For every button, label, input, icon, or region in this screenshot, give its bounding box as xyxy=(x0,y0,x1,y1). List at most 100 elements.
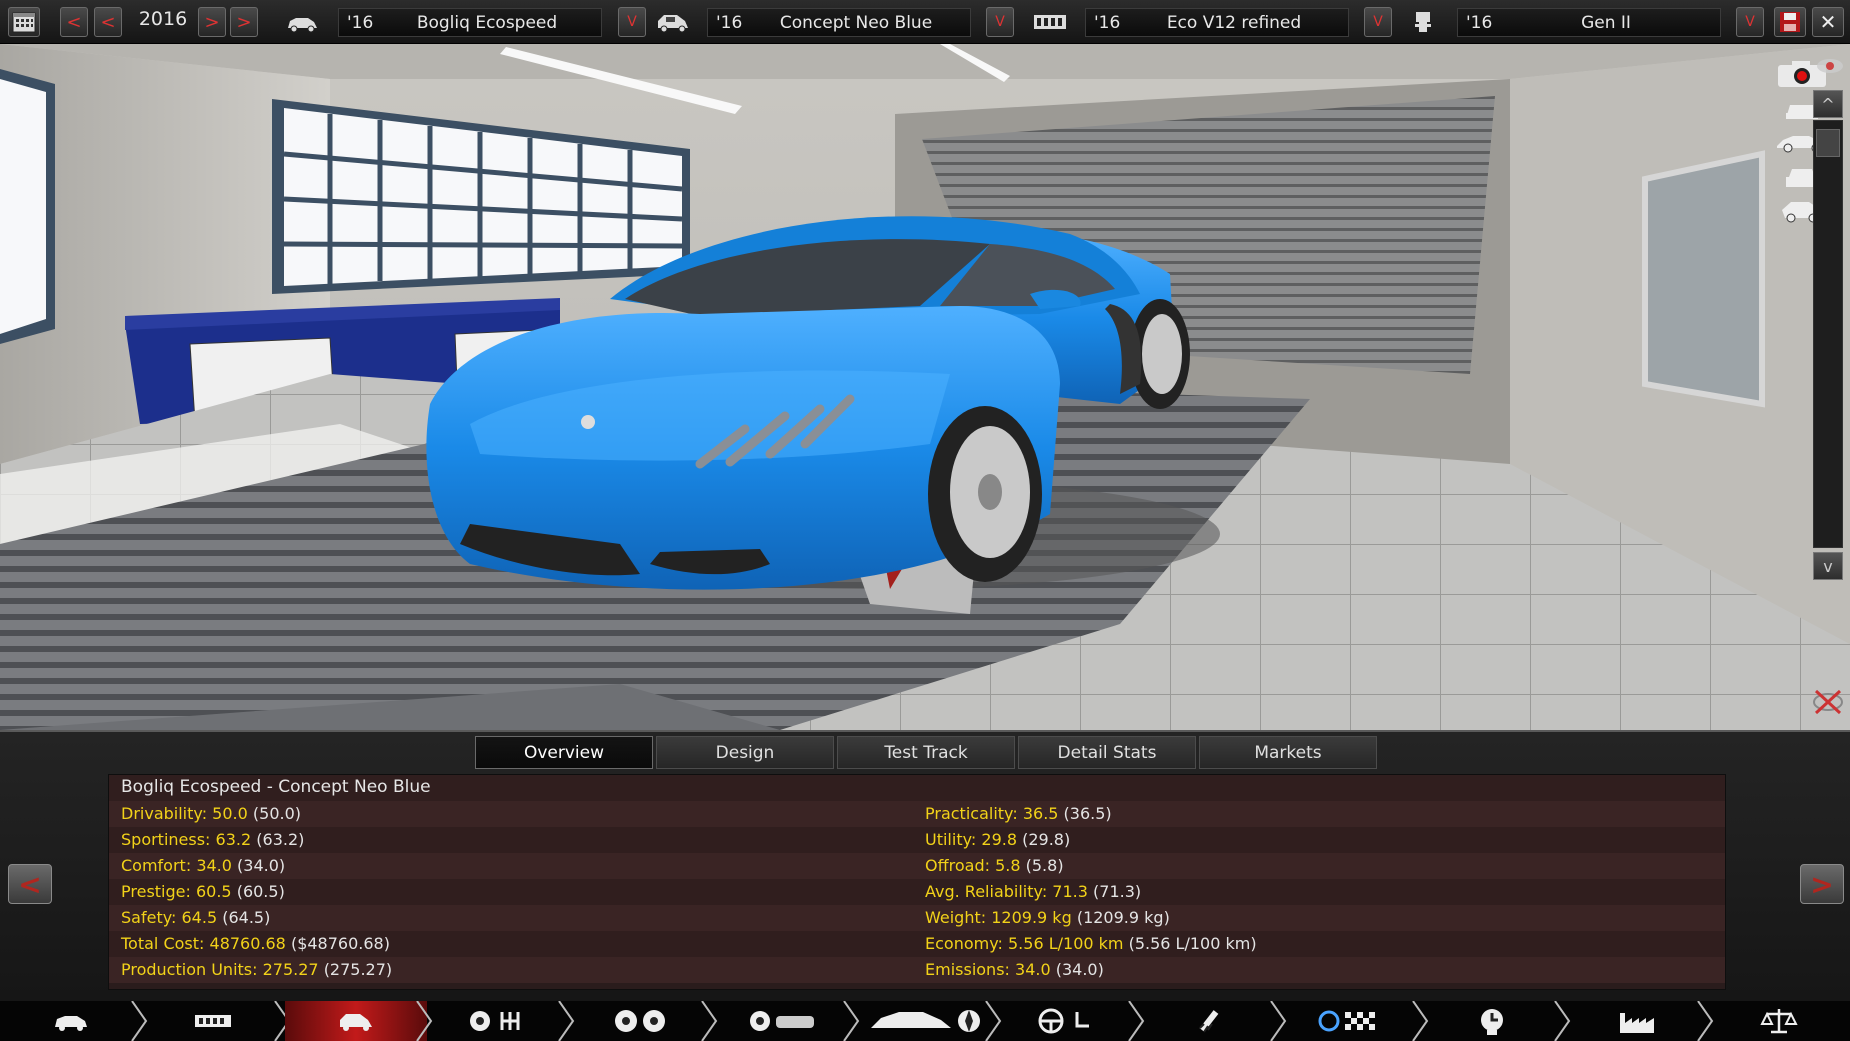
trim-name: Concept Neo Blue xyxy=(779,13,933,33)
aero-icon xyxy=(871,1010,981,1032)
zoom-up-button[interactable]: ^ xyxy=(1813,90,1843,118)
stat-production-units: Production Units: 275.27 (275.27) xyxy=(121,960,393,979)
race-flag-icon xyxy=(1318,1010,1375,1032)
year-forward-fast-button[interactable]: > xyxy=(230,7,258,37)
stats-row: Safety: 64.5 (64.5) Weight: 1209.9 kg (1… xyxy=(109,905,1725,931)
nav-aero-step[interactable] xyxy=(854,1001,1002,1041)
nav-drivetrain-step[interactable] xyxy=(427,1001,575,1041)
tab-overview[interactable]: Overview xyxy=(475,736,653,769)
nav-body-step[interactable] xyxy=(712,1001,860,1041)
trim-selector[interactable]: '16 Concept Neo Blue xyxy=(707,8,971,37)
engine-selector[interactable]: '16 Eco V12 refined xyxy=(1085,8,1349,37)
nav-engineering-step[interactable] xyxy=(1423,1001,1571,1041)
car-trim-icon xyxy=(339,1014,372,1031)
tab-markets[interactable]: Markets xyxy=(1199,736,1377,769)
year-back-fast-button[interactable]: < xyxy=(60,7,88,37)
nav-model-step[interactable] xyxy=(0,1001,148,1041)
piston-icon xyxy=(1415,12,1431,32)
year-back-button[interactable]: < xyxy=(94,7,122,37)
stat-economy: Economy: 5.56 L/100 km (5.56 L/100 km) xyxy=(925,934,1257,953)
zoom-slider-handle[interactable] xyxy=(1816,129,1840,157)
stat-total-cost: Total Cost: 48760.68 ($48760.68) xyxy=(121,934,390,953)
zoom-down-button[interactable]: v xyxy=(1813,552,1843,580)
stats-row: Drivability: 50.0 (50.0) Practicality: 3… xyxy=(109,801,1725,827)
view-toggle-button[interactable] xyxy=(1814,52,1846,80)
car-3d-viewport[interactable] xyxy=(0,44,1850,730)
stats-row: Total Cost: 48760.68 ($48760.68) Economy… xyxy=(109,931,1725,957)
gearbox-icon xyxy=(470,1011,520,1031)
tab-design[interactable]: Design xyxy=(656,736,834,769)
model-name: Bogliq Ecospeed xyxy=(416,13,558,33)
car-model-icon xyxy=(55,1016,88,1031)
stats-row: Prestige: 60.5 (60.5) Avg. Reliability: … xyxy=(109,879,1725,905)
engine-icon xyxy=(1034,15,1066,29)
nav-interior-step[interactable] xyxy=(996,1001,1144,1041)
stats-row: Sportiness: 63.2 (63.2) Utility: 29.8 (2… xyxy=(109,827,1725,853)
scale-balance-icon xyxy=(1760,1009,1798,1034)
info-panel: Overview Design Test Track Detail Stats … xyxy=(0,730,1850,1001)
nav-trim-step[interactable] xyxy=(284,1001,433,1041)
stat-prestige: Prestige: 60.5 (60.5) xyxy=(121,882,285,901)
stat-practicality: Practicality: 36.5 (36.5) xyxy=(925,804,1112,823)
app-window: < < 2016 > > '16 Bogliq Ecospeed V '16 C… xyxy=(0,0,1850,1041)
stat-weight: Weight: 1209.9 kg (1209.9 kg) xyxy=(925,908,1170,927)
model-selector[interactable]: '16 Bogliq Ecospeed xyxy=(338,8,602,37)
nav-suspension-step[interactable] xyxy=(1139,1001,1287,1041)
close-button[interactable]: ✕ xyxy=(1812,7,1844,37)
stat-drivability: Drivability: 50.0 (50.0) xyxy=(121,804,301,823)
trim-dropdown-button[interactable]: V xyxy=(986,7,1014,37)
tab-test-track[interactable]: Test Track xyxy=(837,736,1015,769)
engine-name: Eco V12 refined xyxy=(1166,13,1302,33)
nav-compare-step[interactable] xyxy=(1708,1001,1850,1041)
reset-camera-icon xyxy=(1813,689,1843,715)
stat-emissions: Emissions: 34.0 (34.0) xyxy=(925,960,1104,979)
tab-detail-stats[interactable]: Detail Stats xyxy=(1018,736,1196,769)
wheels-icon xyxy=(615,1010,666,1032)
panel-next-button[interactable]: > xyxy=(1800,864,1844,904)
camera-controls: ^ v xyxy=(1777,44,1850,730)
nav-factory-step[interactable] xyxy=(1565,1001,1713,1041)
chassis-icon xyxy=(195,1015,232,1027)
nav-wheels-step[interactable] xyxy=(569,1001,717,1041)
interior-icon xyxy=(1038,1008,1090,1034)
engine-dropdown-button[interactable]: V xyxy=(1364,7,1392,37)
stat-comfort: Comfort: 34.0 (34.0) xyxy=(121,856,286,875)
garage-scene xyxy=(0,44,1850,730)
engine-variant-selector[interactable]: '16 Gen II xyxy=(1457,8,1721,37)
calendar-icon xyxy=(12,12,36,33)
save-button[interactable] xyxy=(1774,7,1806,37)
reset-camera-button[interactable] xyxy=(1808,684,1848,720)
car-title: Bogliq Ecospeed - Concept Neo Blue xyxy=(121,777,431,797)
top-toolbar: < < 2016 > > '16 Bogliq Ecospeed V '16 C… xyxy=(0,0,1850,44)
variant-name: Gen II xyxy=(1581,13,1631,33)
variant-year: '16 xyxy=(1466,13,1493,33)
stat-sportiness: Sportiness: 63.2 (63.2) xyxy=(121,830,305,849)
stats-row: Comfort: 34.0 (34.0) Offroad: 5.8 (5.8) xyxy=(109,853,1725,879)
stat-utility: Utility: 29.8 (29.8) xyxy=(925,830,1071,849)
nav-testing-step[interactable] xyxy=(1281,1001,1429,1041)
eye-icon xyxy=(1817,59,1843,73)
factory-icon xyxy=(1619,1013,1654,1033)
year-display: 2016 xyxy=(138,8,188,30)
nav-chassis-step[interactable] xyxy=(142,1001,290,1041)
calendar-button[interactable] xyxy=(8,7,40,37)
model-dropdown-button[interactable]: V xyxy=(618,7,646,37)
overview-stats: Bogliq Ecospeed - Concept Neo Blue Driva… xyxy=(108,774,1726,990)
year-forward-button[interactable]: > xyxy=(198,7,226,37)
engineering-time-icon xyxy=(1481,1009,1504,1035)
body-panels-icon xyxy=(749,1011,814,1031)
stat-avg-reliability: Avg. Reliability: 71.3 (71.3) xyxy=(925,882,1142,901)
zoom-slider-track[interactable] xyxy=(1813,120,1843,548)
car-trim-icon xyxy=(658,15,688,33)
stat-safety: Safety: 64.5 (64.5) xyxy=(121,908,271,927)
stats-row: Production Units: 275.27 (275.27) Emissi… xyxy=(109,957,1725,983)
suspension-icon xyxy=(1198,1010,1219,1033)
stats-title-row: Bogliq Ecospeed - Concept Neo Blue xyxy=(109,775,1725,801)
info-tabs: Overview Design Test Track Detail Stats … xyxy=(475,736,1377,769)
panel-prev-button[interactable]: < xyxy=(8,864,52,904)
car-model-icon xyxy=(288,18,317,33)
design-step-nav xyxy=(0,1001,1850,1041)
stat-offroad: Offroad: 5.8 (5.8) xyxy=(925,856,1064,875)
variant-dropdown-button[interactable]: V xyxy=(1736,7,1764,37)
close-icon: ✕ xyxy=(1819,10,1837,34)
